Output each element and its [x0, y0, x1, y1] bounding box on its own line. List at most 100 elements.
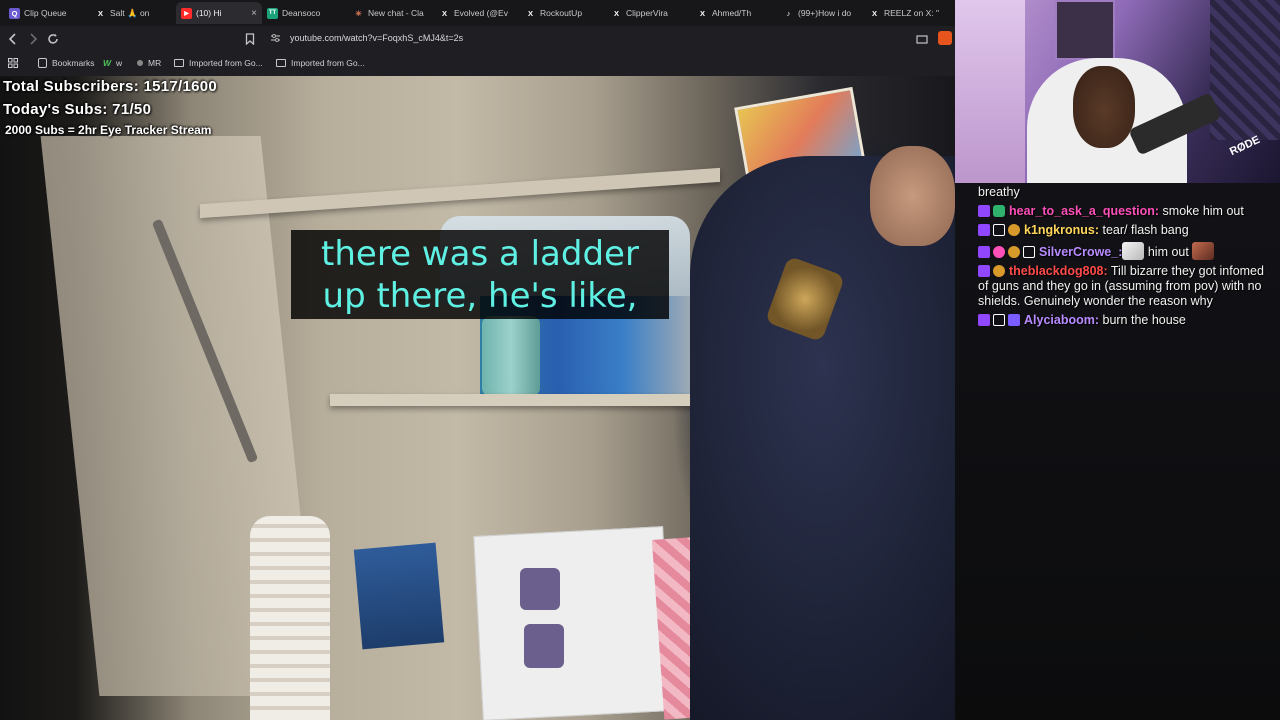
tab-title: REELZ on X: " — [884, 8, 939, 18]
tab-rockoutup[interactable]: X RockoutUp — [520, 2, 606, 24]
tab-clip-queue[interactable]: Q Clip Queue — [4, 2, 90, 24]
x-logo-icon: X — [441, 8, 447, 18]
x-logo-icon: X — [527, 8, 533, 18]
bookmark-folder-imported-2[interactable]: Imported from Go... — [276, 56, 365, 70]
chat-message-text: tear/ flash bang — [1099, 223, 1189, 237]
bookmark-folder-imported-1[interactable]: Imported from Go... — [174, 56, 263, 70]
caption-line: there was a ladder — [321, 233, 639, 274]
bookmarks-icon — [38, 58, 47, 68]
apps-grid-button[interactable] — [8, 56, 18, 70]
tab-youtube-active[interactable]: ▶ (10) Hi × — [176, 2, 262, 24]
x-logo-icon: X — [871, 8, 877, 18]
subscriber-badge-icon — [993, 205, 1005, 217]
chat-message: Alyciaboom: burn the house — [978, 313, 1268, 328]
chat-message: hear_to_ask_a_question: smoke him out — [978, 204, 1268, 219]
tab-clippervira[interactable]: X ClipperVira — [606, 2, 692, 24]
tab-claude-new-chat[interactable]: ✳ New chat - Cla — [348, 2, 434, 24]
address-bar[interactable]: youtube.com/watch?v=FoqxhS_cMJ4&t=2s — [290, 33, 463, 43]
screen-icon — [916, 35, 928, 44]
webcam-wall-frame — [1055, 0, 1115, 60]
back-button[interactable] — [3, 29, 23, 49]
chat-badges — [978, 314, 1020, 326]
subscriber-badge-icon — [1008, 314, 1020, 326]
tab-ahmed[interactable]: X Ahmed/Th — [692, 2, 778, 24]
video-scene-speaker-box — [473, 526, 673, 720]
todays-subs-counter: Today's Subs: 71/50 — [3, 101, 152, 118]
video-scene-shelf — [200, 167, 720, 219]
site-settings-icon[interactable] — [268, 31, 282, 45]
chevron-right-icon — [30, 33, 38, 45]
chat-message-text: smoke him out — [1159, 204, 1244, 218]
chat-username[interactable]: hear_to_ask_a_question: — [1009, 204, 1159, 218]
tab-title: (99+)How i do — [798, 8, 852, 18]
tab-evolved[interactable]: X Evolved (@Ev — [434, 2, 520, 24]
folder-icon — [174, 59, 184, 67]
reload-button[interactable] — [43, 29, 63, 49]
caption-line: up there, he's like, — [322, 275, 638, 316]
webcam-wall — [955, 0, 1025, 183]
cast-button[interactable] — [912, 30, 932, 50]
chat-username[interactable]: SilverCrowe_: — [1039, 245, 1122, 259]
bookmark-mr-label: MR — [148, 58, 162, 68]
rocket-badge-icon — [1008, 224, 1020, 236]
tab-title: Deansoco — [282, 8, 321, 18]
bookmark-mr[interactable]: MR — [137, 56, 161, 70]
video-player[interactable]: there was a ladder up there, he's like, — [0, 76, 955, 720]
chat-message-text: him out — [1144, 245, 1189, 259]
bookmarks-button[interactable]: Bookmarks — [38, 56, 95, 70]
navigation-bar: youtube.com/watch?v=FoqxhS_cMJ4&t=2s — [0, 26, 955, 52]
bookmark-w[interactable]: W w — [103, 56, 122, 70]
twitch-badge-icon — [978, 224, 990, 236]
castle-badge-icon — [1023, 246, 1035, 258]
chat-badges — [978, 246, 1035, 258]
tab-title: New chat - Cla — [368, 8, 424, 18]
tab-salt[interactable]: X Salt 🙏 on — [90, 2, 176, 24]
tab-deansoco[interactable]: TT Deansoco — [262, 2, 348, 24]
tab-title: ClipperVira — [626, 8, 668, 18]
tab-tiktok[interactable]: ♪ (99+)How i do — [778, 2, 864, 24]
bookmark-icon — [245, 33, 255, 45]
bookmark-page-button[interactable] — [240, 29, 260, 49]
tab-title: Salt 🙏 on — [110, 7, 150, 18]
emote-icon — [1122, 242, 1145, 260]
tab-title: Evolved (@Ev — [454, 8, 508, 18]
twitch-badge-icon — [978, 265, 990, 277]
video-scene-box — [353, 542, 445, 650]
bookmark-w-label: w — [116, 58, 123, 68]
clip-queue-favicon-icon: Q — [9, 7, 20, 19]
tab-reelz[interactable]: X REELZ on X: " — [864, 2, 950, 24]
forward-button[interactable] — [23, 29, 43, 49]
bookmarks-bar: Bookmarks W w MR Imported from Go... Imp… — [0, 52, 955, 74]
close-tab-icon[interactable]: × — [251, 8, 257, 19]
chat-username[interactable]: Alyciaboom: — [1024, 313, 1099, 327]
streamer-webcam: RØDE — [955, 0, 1280, 183]
webcam-streamer-head — [1073, 66, 1135, 148]
prime-badge-icon — [993, 314, 1005, 326]
reload-icon — [48, 33, 58, 44]
sub-goal-text: 2000 Subs = 2hr Eye Tracker Stream — [5, 123, 212, 137]
browser-chrome: Q Clip Queue X Salt 🙏 on ▶ (10) Hi × TT Deans… — [0, 0, 955, 76]
video-caption: there was a ladder up there, he's like, — [291, 230, 669, 319]
tab-title: Ahmed/Th — [712, 8, 752, 18]
chat-badges — [978, 205, 1005, 217]
chat-username[interactable]: k1ngkronus: — [1024, 223, 1099, 237]
claude-logo-icon: ✳ — [355, 8, 362, 18]
tab-title: (10) Hi — [196, 8, 222, 18]
tab-title: RockoutUp — [540, 8, 583, 18]
brave-shield-icon[interactable] — [938, 31, 952, 45]
emoji-badge-icon — [993, 265, 1005, 277]
folder-label: Imported from Go... — [189, 58, 263, 68]
video-scene-speaker — [524, 624, 564, 668]
chat-username[interactable]: theblackdog808: — [1009, 264, 1108, 278]
tab-title: Clip Queue — [24, 8, 67, 18]
total-subscribers-counter: Total Subscribers: 1517/1600 — [3, 78, 218, 95]
prime-badge-icon — [993, 224, 1005, 236]
emoji-badge-icon — [1008, 246, 1020, 258]
chat-badges — [978, 224, 1020, 236]
webcam-acoustic-panel — [1210, 0, 1280, 140]
video-scene-officer-head — [870, 146, 955, 246]
video-scene-towel — [250, 516, 330, 720]
chat-message-text: burn the house — [1099, 313, 1186, 327]
youtube-logo-icon: ▶ — [181, 7, 192, 19]
x-logo-icon: X — [97, 8, 103, 18]
